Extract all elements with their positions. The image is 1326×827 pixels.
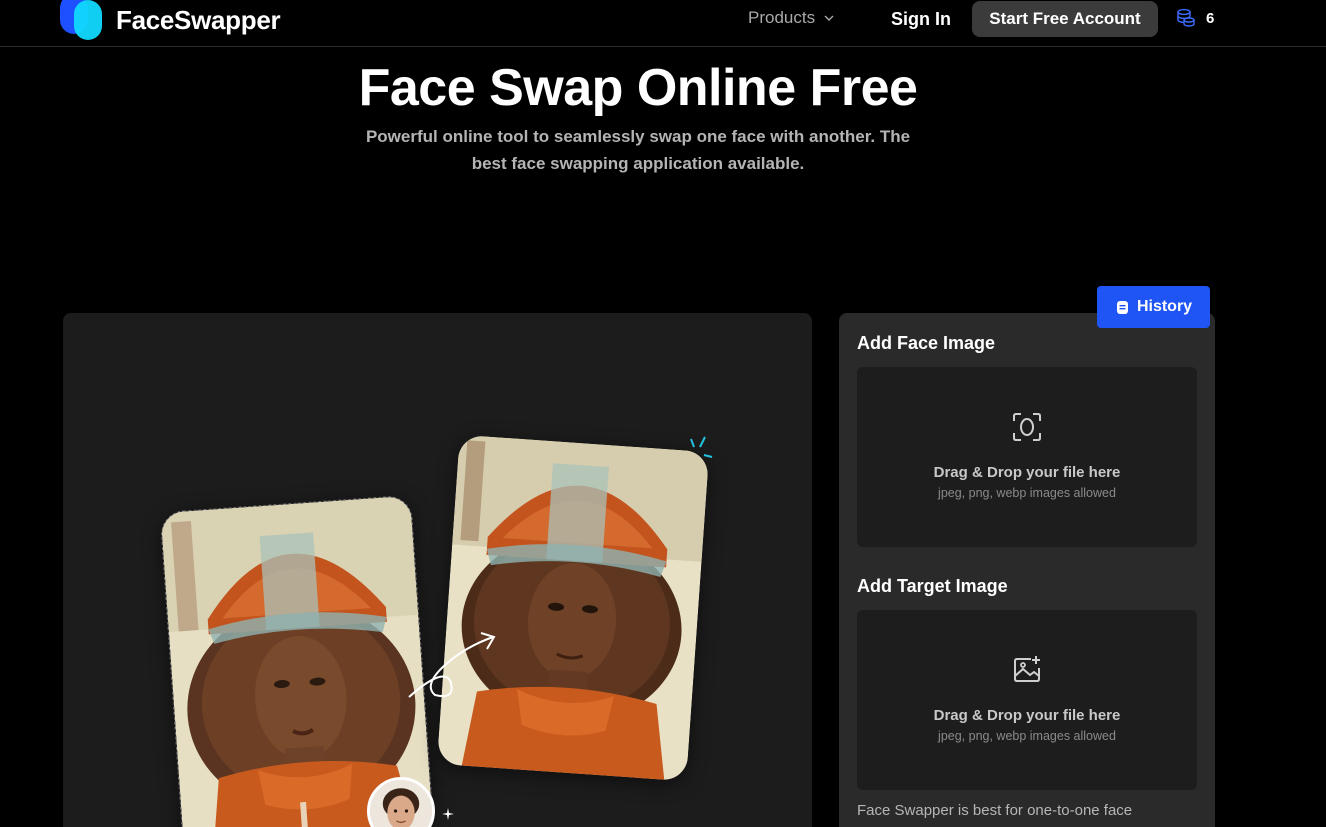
credits-badge[interactable]: 6 [1176, 8, 1214, 28]
add-image-icon [1014, 656, 1040, 682]
star-icon [442, 808, 454, 820]
brand-logo[interactable]: FaceSwapper [60, 0, 281, 40]
face-drop-text: Drag & Drop your file here [933, 464, 1121, 481]
target-drop-hint: jpeg, png, webp images allowed [938, 729, 1116, 743]
products-label: Products [748, 8, 816, 27]
history-label: History [1136, 298, 1193, 315]
example-showcase [63, 313, 812, 827]
credits-count: 6 [1206, 9, 1215, 27]
products-menu[interactable]: Products [748, 8, 835, 28]
target-image-title: Add Target Image [857, 576, 1008, 596]
history-icon [1116, 300, 1128, 314]
face-image-title: Add Face Image [857, 333, 996, 353]
target-drop-text: Drag & Drop your file here [933, 707, 1121, 724]
face-drop-hint: jpeg, png, webp images allowed [938, 486, 1116, 500]
sparkle-icon [690, 436, 713, 458]
chevron-down-icon [824, 15, 834, 21]
start-free-account-button[interactable]: Start Free Account [972, 1, 1158, 37]
sign-in-link[interactable]: Sign In [891, 9, 951, 30]
coins-icon [1177, 8, 1195, 27]
brand-name: FaceSwapper [116, 4, 281, 35]
face-image-dropzone[interactable]: Drag & Drop your file here jpeg, png, we… [857, 367, 1197, 547]
upload-panel: Add Face Image Drag & Drop your file her… [839, 313, 1215, 827]
page-title: Face Swap Online Free [358, 59, 918, 117]
face-scan-icon [1013, 413, 1041, 441]
swap-arrow-icon [408, 632, 496, 698]
target-image-dropzone[interactable]: Drag & Drop your file here jpeg, png, we… [857, 610, 1197, 790]
logo-icon [60, 0, 104, 40]
top-navbar: FaceSwapper Products Sign In Start Free … [0, 0, 1326, 47]
page-subtitle: Powerful online tool to seamlessly swap … [365, 127, 911, 173]
history-button[interactable]: History [1097, 286, 1210, 328]
swapped-result-image [436, 434, 710, 782]
panel-note: Face Swapper is best for one-to-one face [857, 802, 1133, 819]
